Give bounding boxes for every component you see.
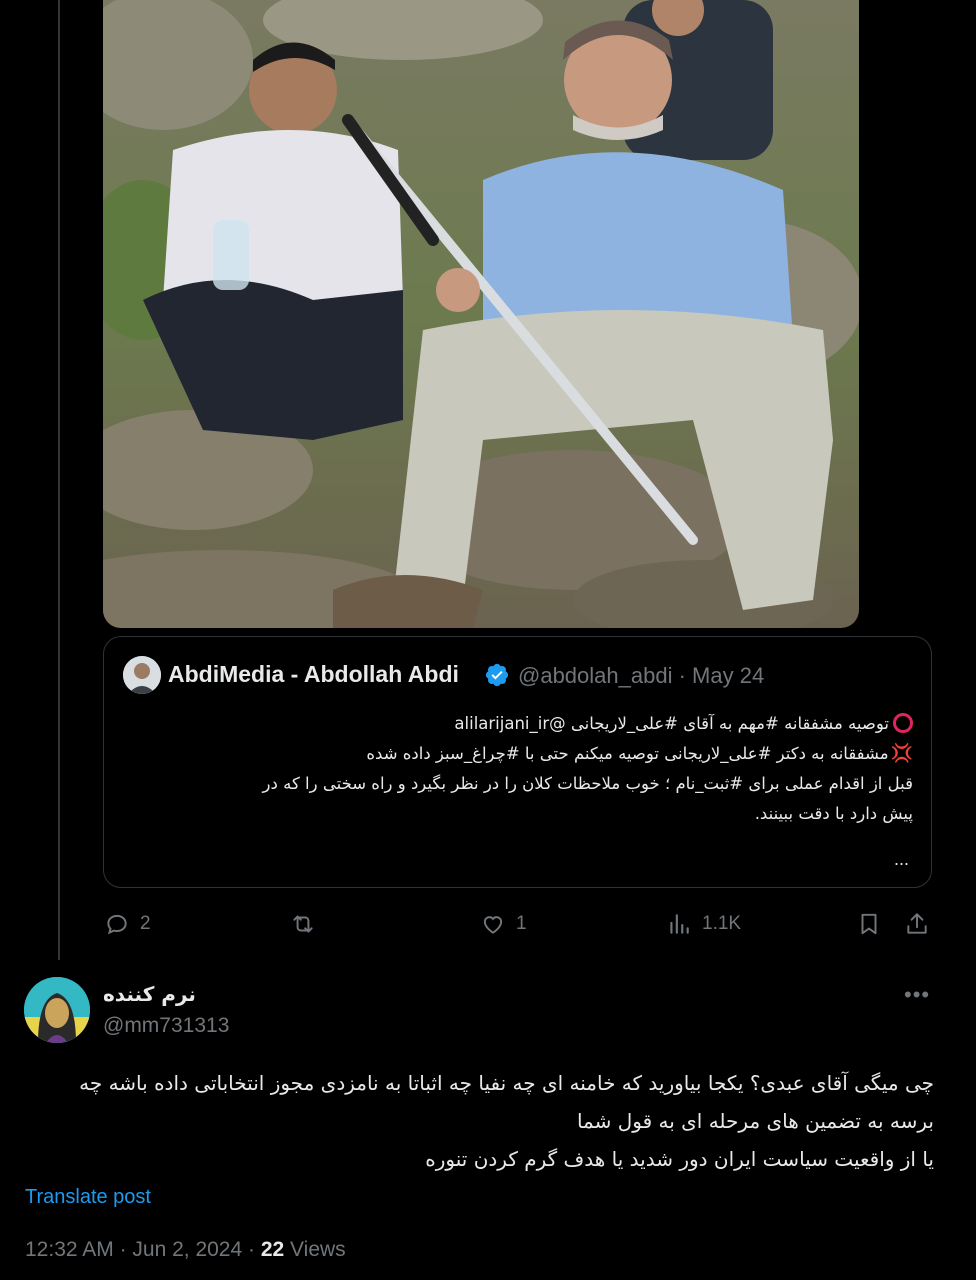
quoted-author-handle[interactable]: @abdolah_abdi xyxy=(518,663,672,688)
reply-text-line: چی میگی آقای عبدی؟ یکجا بیاورید که خامنه… xyxy=(79,1071,934,1095)
reply-button[interactable]: 2 xyxy=(104,911,151,937)
post-time[interactable]: 12:32 AM xyxy=(25,1238,114,1261)
quoted-text-line: قبل از اقدام عملی برای #ثبت_نام ؛ خوب مل… xyxy=(262,774,913,793)
share-button[interactable] xyxy=(904,911,930,937)
repost-button[interactable] xyxy=(290,911,326,937)
reply-author-handle[interactable]: @mm731313 xyxy=(103,1014,229,1038)
more-options-icon[interactable]: ••• xyxy=(904,982,930,1008)
reply-count: 2 xyxy=(140,913,151,934)
views-icon xyxy=(670,914,689,934)
translate-post-link[interactable]: Translate post xyxy=(25,1186,151,1209)
quoted-text-ellipsis: ... xyxy=(894,849,910,869)
like-icon xyxy=(483,916,503,934)
post-views-label: Views xyxy=(290,1238,346,1261)
repost-icon xyxy=(293,915,313,933)
post-photo[interactable] xyxy=(103,0,859,628)
views-count: 1.1K xyxy=(702,913,742,934)
post-metadata: 12:32 AM · Jun 2, 2024 · 22 Views xyxy=(25,1238,346,1261)
red-circle-icon xyxy=(893,713,913,733)
reply-text-line: برسه به تضمین های مرحله ای به قول شما xyxy=(576,1109,934,1133)
quoted-text-line: توصیه مشفقانه #مهم به آقای #علی_لاریجانی… xyxy=(113,709,913,739)
quoted-text-line: 💢مشفقانه به دکتر #علی_لاریجانی توصیه میک… xyxy=(113,739,913,769)
like-button[interactable]: 1 xyxy=(480,911,527,937)
reply-icon xyxy=(107,914,127,935)
bookmark-button[interactable] xyxy=(856,911,882,937)
share-icon xyxy=(907,913,927,934)
post-date[interactable]: Jun 2, 2024 xyxy=(132,1238,242,1261)
reply-author-name[interactable]: نرم کننده xyxy=(103,982,196,1006)
quoted-author-name[interactable]: AbdiMedia - Abdollah Abdi xyxy=(168,661,459,688)
quoted-text-line: پیش دارد با دقت ببینند. xyxy=(754,804,913,823)
bookmark-icon xyxy=(861,913,877,935)
anger-symbol-icon: 💢 xyxy=(890,743,913,764)
reply-text-line: یا از واقعیت سیاست ایران دور شدید یا هدف… xyxy=(425,1147,934,1171)
like-count: 1 xyxy=(516,913,527,934)
quoted-post-card[interactable]: AbdiMedia - Abdollah Abdi @abdolah_abdi … xyxy=(103,636,932,888)
verified-icon xyxy=(485,663,509,687)
quoted-author-meta: @abdolah_abdi · May 24 xyxy=(518,663,765,688)
quoted-post-date[interactable]: May 24 xyxy=(692,663,764,688)
quoted-author-avatar[interactable] xyxy=(123,656,161,694)
post-views-count: 22 xyxy=(260,1238,285,1261)
reply-author-avatar[interactable] xyxy=(24,977,90,1043)
views-button[interactable]: 1.1K xyxy=(666,911,741,937)
post-action-bar: 2 1 1.1K xyxy=(0,905,976,945)
reply-post-text: چی میگی آقای عبدی؟ یکجا بیاورید که خامنه… xyxy=(14,1064,934,1178)
quoted-post-text: توصیه مشفقانه #مهم به آقای #علی_لاریجانی… xyxy=(113,709,913,829)
thread-connector-line xyxy=(58,0,60,960)
